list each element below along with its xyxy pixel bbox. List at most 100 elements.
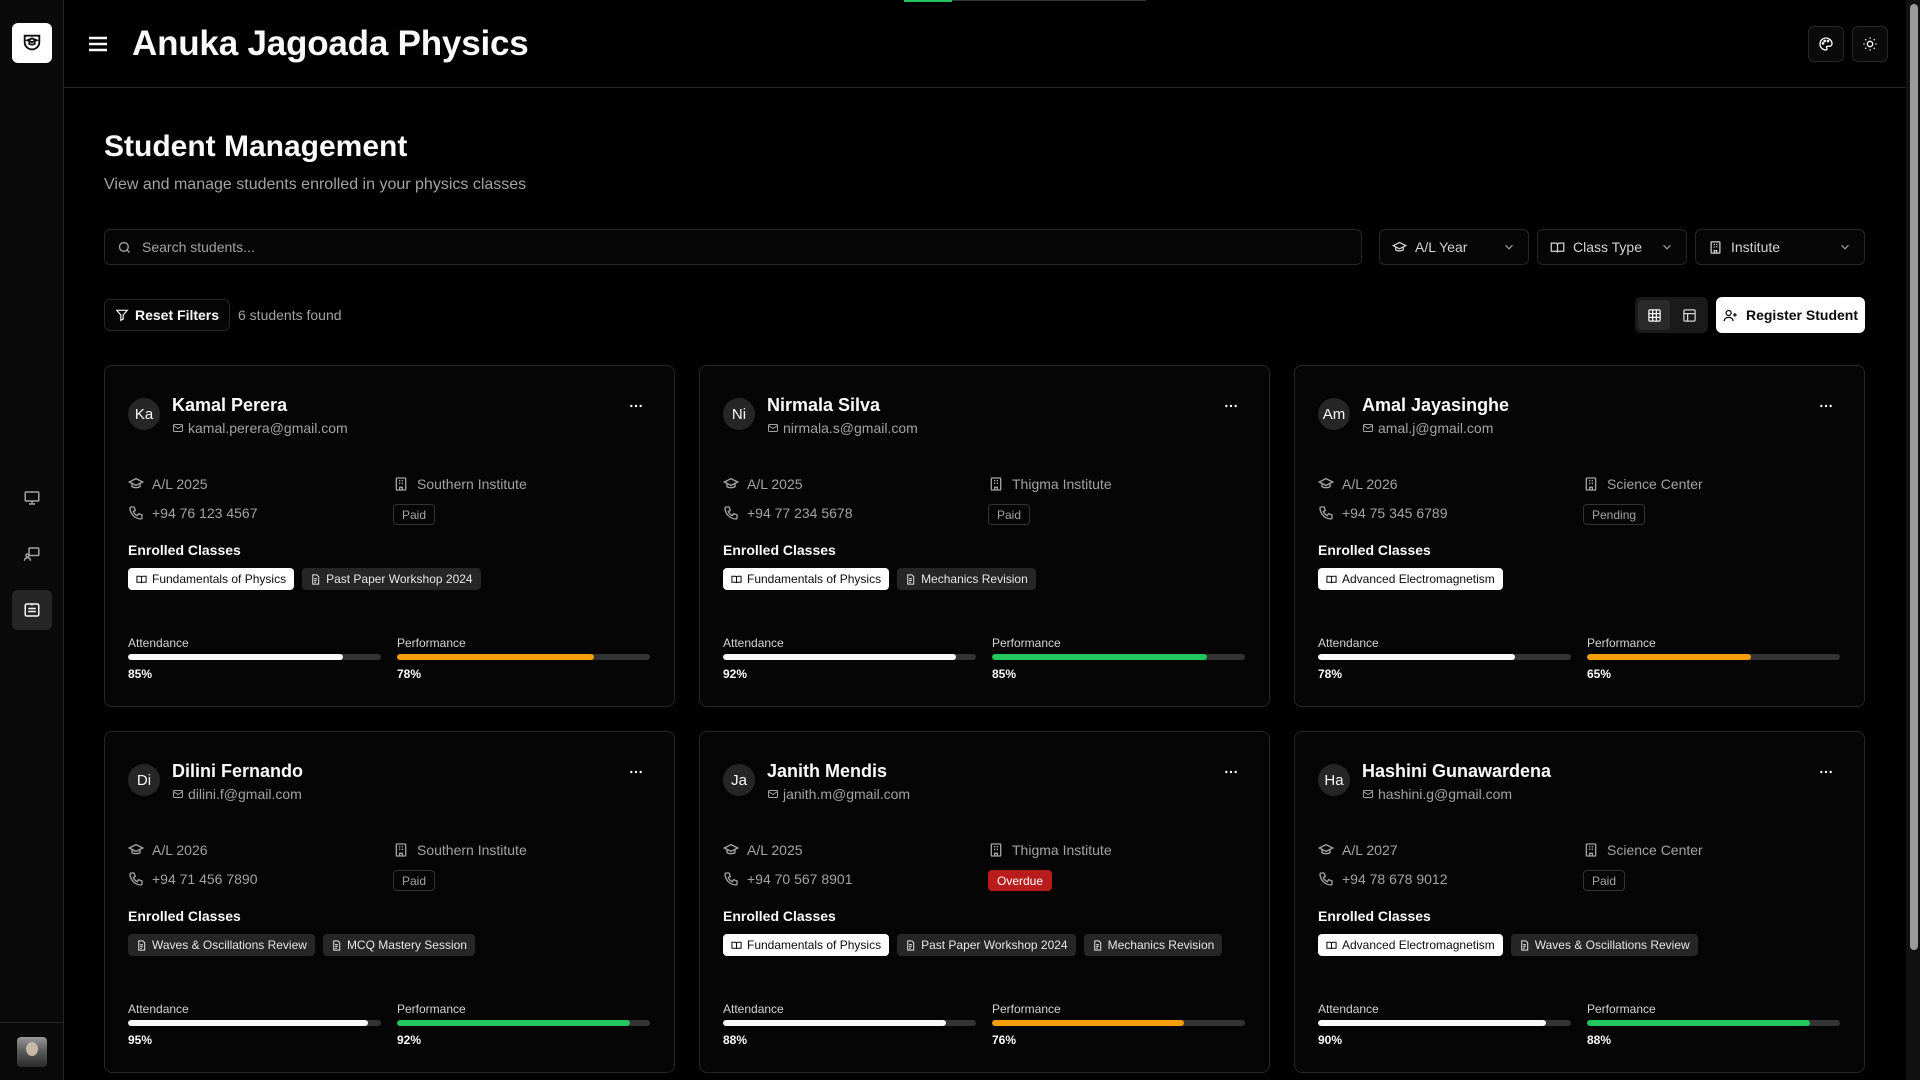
student-name: Kamal Perera (172, 395, 288, 415)
class-tag[interactable]: Fundamentals of Physics (128, 568, 295, 590)
student-card[interactable]: Di Dilini Fernando dilini.f@gmail.com A/… (104, 731, 675, 1073)
enrolled-classes-list: Fundamentals of Physics Mechanics Revisio… (723, 568, 1036, 590)
attendance-value: 85% (128, 667, 153, 681)
attendance-label: Attendance (723, 636, 784, 650)
phone-icon (1319, 506, 1333, 520)
class-tag-label: Advanced Electromagnetism (1342, 572, 1495, 586)
performance-metric: Performance 78% (397, 636, 650, 681)
class-tag[interactable]: Fundamentals of Physics (723, 934, 890, 956)
class-tag[interactable]: Advanced Electromagnetism (1318, 934, 1503, 956)
class-tag-label: Waves & Oscillations Review (1534, 938, 1690, 952)
graduation-cap-icon (1318, 843, 1334, 855)
scrollbar-thumb[interactable] (1910, 4, 1918, 950)
phone-icon (129, 506, 143, 520)
student-email: janith.m@gmail.com (767, 786, 910, 802)
sun-icon (1863, 37, 1877, 51)
attendance-metric: Attendance 92% (723, 636, 976, 681)
performance-metric: Performance 92% (397, 1002, 650, 1047)
student-year-text: A/L 2026 (152, 842, 208, 858)
grid-view-button[interactable] (1638, 300, 1670, 330)
building-icon (990, 477, 1002, 491)
class-type-filter[interactable]: Class Type (1537, 229, 1687, 265)
student-email: nirmala.s@gmail.com (767, 420, 918, 436)
book-icon (731, 574, 742, 585)
scrollbar[interactable] (1906, 0, 1920, 1080)
performance-value: 88% (1587, 1033, 1612, 1047)
student-email-text: dilini.f@gmail.com (188, 786, 302, 802)
more-options-button[interactable] (626, 762, 646, 782)
attendance-bar (1318, 654, 1571, 660)
institute-filter[interactable]: Institute (1695, 229, 1865, 265)
class-tag[interactable]: Mechanics Revision (897, 568, 1036, 590)
building-icon (1585, 477, 1597, 491)
graduation-cap-icon (1318, 477, 1334, 489)
student-card[interactable]: Ja Janith Mendis janith.m@gmail.com A/L … (699, 731, 1270, 1073)
performance-label: Performance (1587, 636, 1656, 650)
student-card[interactable]: Ni Nirmala Silva nirmala.s@gmail.com A/L… (699, 365, 1270, 707)
class-tag[interactable]: Waves & Oscillations Review (1510, 934, 1698, 956)
table-icon (1682, 308, 1696, 322)
table-view-button[interactable] (1673, 300, 1705, 330)
performance-bar-fill (397, 654, 595, 660)
class-tag[interactable]: Past Paper Workshop 2024 (302, 568, 481, 590)
enrolled-classes-list: Fundamentals of Physics Past Paper Worksh… (723, 934, 1223, 956)
enrolled-classes-heading: Enrolled Classes (723, 542, 836, 558)
student-email: dilini.f@gmail.com (172, 786, 302, 802)
class-tag[interactable]: Waves & Oscillations Review (128, 934, 315, 956)
performance-label: Performance (992, 636, 1061, 650)
theme-toggle-button[interactable] (1852, 26, 1888, 62)
more-options-button[interactable] (626, 396, 646, 416)
class-tag[interactable]: Past Paper Workshop 2024 (897, 934, 1076, 956)
menu-button[interactable] (84, 30, 112, 58)
student-card[interactable]: Ha Hashini Gunawardena hashini.g@gmail.c… (1294, 731, 1865, 1073)
student-card[interactable]: Am Amal Jayasinghe amal.j@gmail.com A/L … (1294, 365, 1865, 707)
graduation-cap-icon (1392, 241, 1407, 252)
user-avatar[interactable] (17, 1036, 47, 1067)
class-tag-label: Mechanics Revision (1107, 938, 1215, 952)
student-institute-text: Science Center (1607, 842, 1703, 858)
student-card[interactable]: Ka Kamal Perera kamal.perera@gmail.com A… (104, 365, 675, 707)
monitor-icon (24, 491, 40, 505)
student-phone: +94 77 234 5678 (723, 505, 853, 521)
al-year-filter[interactable]: A/L Year (1379, 229, 1529, 265)
theme-palette-button[interactable] (1808, 26, 1844, 62)
class-tag[interactable]: Advanced Electromagnetism (1318, 568, 1503, 590)
loading-progress-bar (904, 0, 1146, 2)
more-options-button[interactable] (1816, 762, 1836, 782)
mail-icon (173, 790, 183, 798)
student-institute-text: Science Center (1607, 476, 1703, 492)
al-year-filter-label: A/L Year (1415, 239, 1468, 255)
more-options-button[interactable] (1221, 762, 1241, 782)
more-options-button[interactable] (1221, 396, 1241, 416)
reset-filters-label: Reset Filters (135, 307, 220, 323)
attendance-bar (723, 1020, 976, 1026)
class-tag[interactable]: Fundamentals of Physics (723, 568, 890, 590)
performance-label: Performance (397, 1002, 466, 1016)
sidebar-item-classes[interactable] (12, 534, 52, 574)
sidebar-item-dashboard[interactable] (12, 478, 52, 518)
class-tag-label: Past Paper Workshop 2024 (921, 938, 1068, 952)
user-plus-icon (1723, 309, 1737, 321)
sidebar-item-students[interactable] (12, 590, 52, 630)
student-institute: Thigma Institute (988, 476, 1112, 492)
performance-bar (397, 654, 650, 660)
class-tag-label: Fundamentals of Physics (747, 572, 882, 586)
logo[interactable] (12, 23, 52, 63)
student-institute: Science Center (1583, 476, 1703, 492)
building-icon (1710, 240, 1721, 254)
class-tag[interactable]: Mechanics Revision (1083, 934, 1223, 956)
enrolled-classes-list: Waves & Oscillations Review MCQ Mastery S… (128, 934, 475, 956)
student-phone-text: +94 70 567 8901 (747, 871, 853, 887)
student-email-text: nirmala.s@gmail.com (783, 420, 918, 436)
student-name: Nirmala Silva (767, 395, 881, 415)
search-input[interactable] (142, 239, 1242, 255)
class-tag-label: MCQ Mastery Session (346, 938, 467, 952)
book-icon (1326, 940, 1337, 951)
class-tag[interactable]: MCQ Mastery Session (322, 934, 475, 956)
attendance-value: 78% (1318, 667, 1343, 681)
reset-filters-button[interactable]: Reset Filters (104, 299, 231, 331)
payment-status-badge: Pending (1583, 504, 1646, 525)
class-tag-label: Waves & Oscillations Review (152, 938, 307, 952)
more-options-button[interactable] (1816, 396, 1836, 416)
register-student-button[interactable]: Register Student (1716, 297, 1865, 333)
